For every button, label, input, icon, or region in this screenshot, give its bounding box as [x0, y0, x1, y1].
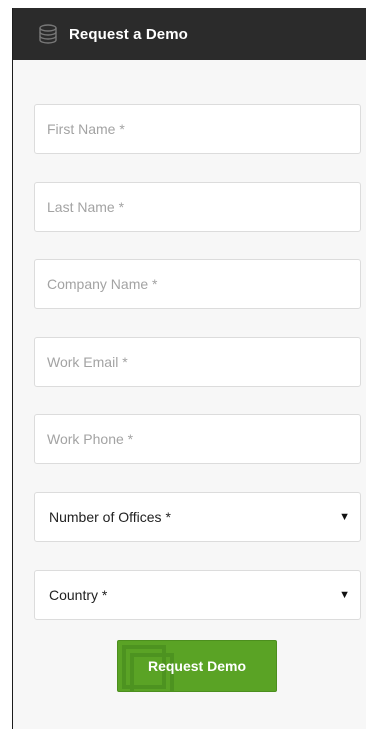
last-name-input[interactable]: [34, 182, 361, 232]
company-name-input[interactable]: [34, 259, 361, 309]
number-of-offices-label: Number of Offices *: [49, 509, 171, 525]
number-of-offices-select[interactable]: Number of Offices * ▼: [34, 492, 361, 542]
work-email-input[interactable]: [34, 337, 361, 387]
work-phone-input[interactable]: [34, 414, 361, 464]
dropdown-caret-icon: ▼: [339, 511, 350, 523]
request-demo-label: Request Demo: [147, 658, 247, 674]
database-icon: [37, 23, 59, 45]
country-select[interactable]: Country * ▼: [34, 570, 361, 620]
panel-title: Request a Demo: [69, 25, 188, 43]
panel-header: Request a Demo: [13, 8, 366, 60]
country-label: Country *: [49, 587, 108, 603]
request-demo-panel: Request a Demo Number of Offices * ▼ Cou…: [12, 8, 366, 729]
first-name-input[interactable]: [34, 104, 361, 154]
dropdown-caret-icon: ▼: [339, 589, 350, 601]
request-demo-button[interactable]: Request Demo: [117, 640, 277, 692]
